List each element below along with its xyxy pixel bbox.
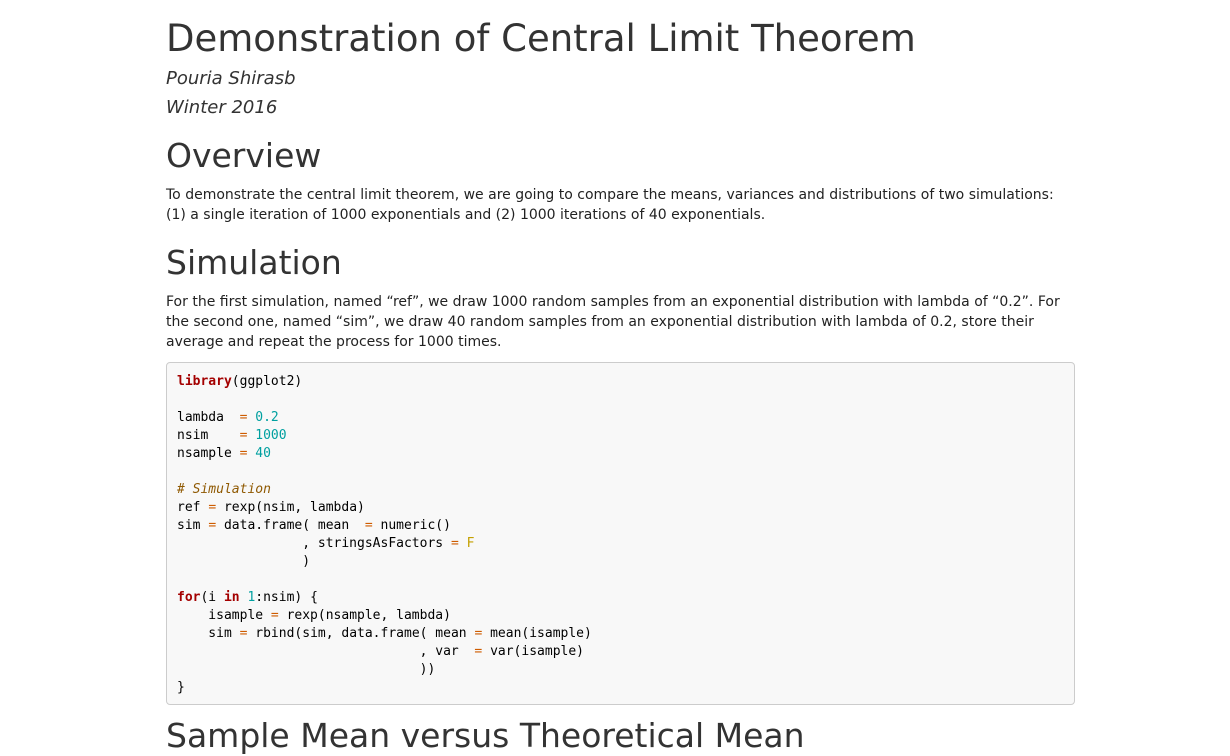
simulation-paragraph: For the first simulation, named “ref”, w… (166, 294, 1060, 350)
code-keyword: in (223, 590, 240, 605)
code-text: lambda (177, 410, 240, 425)
code-line: lambda = 0.2 (177, 409, 279, 427)
code-line: isample = rexp(nsample, lambda) (177, 607, 451, 625)
code-line: } (177, 679, 185, 697)
code-line: # Simulation (177, 481, 271, 499)
code-line: , var = var(isample) (177, 643, 584, 661)
date: Winter 2016 (166, 97, 278, 118)
overview-paragraph: To demonstrate the central limit theorem… (166, 187, 1054, 223)
code-text: var(isample) (482, 644, 584, 659)
code-text: (ggplot2) (231, 374, 303, 389)
code-line: library(ggplot2) (177, 373, 302, 391)
code-text: )) (177, 662, 436, 677)
code-operator: = (239, 446, 248, 461)
code-text: :nsim) { (255, 590, 318, 605)
code-text: rbind(sim, data.frame( mean (247, 626, 475, 641)
code-text: nsim (177, 428, 240, 443)
code-block: library(ggplot2) lambda = 0.2 nsim = 100… (166, 362, 1075, 705)
code-text: numeric() (372, 518, 451, 533)
code-number: 40 (255, 446, 271, 461)
code-text: nsample (177, 446, 240, 461)
section-heading-sample-mean: Sample Mean versus Theoretical Mean (166, 716, 805, 755)
author: Pouria Shirasb (166, 68, 296, 89)
code-text: sim (177, 626, 240, 641)
code-operator: = (239, 428, 248, 443)
code-operator: = (450, 536, 459, 551)
code-text: data.frame( mean (216, 518, 365, 533)
code-text: ) (177, 554, 311, 569)
section-heading-simulation: Simulation (166, 243, 342, 282)
code-text: mean(isample) (482, 626, 592, 641)
code-text: sim (177, 518, 209, 533)
code-text: , var (177, 644, 475, 659)
code-line: nsim = 1000 (177, 427, 287, 445)
code-text: rexp(nsim, lambda) (216, 500, 365, 515)
page-title: Demonstration of Central Limit Theorem (166, 17, 916, 60)
code-number: 1000 (255, 428, 287, 443)
code-text: ref (177, 500, 209, 515)
code-line: ref = rexp(nsim, lambda) (177, 499, 365, 517)
code-line: sim = rbind(sim, data.frame( mean = mean… (177, 625, 592, 643)
code-line: ) (177, 553, 310, 571)
code-text: } (177, 680, 185, 695)
code-comment: # Simulation (177, 482, 271, 497)
code-text: (i (200, 590, 224, 605)
code-line: )) (177, 661, 436, 679)
code-keyword: library (177, 374, 232, 389)
code-boolean: F (466, 536, 475, 551)
section-heading-overview: Overview (166, 136, 322, 175)
code-number: 0.2 (255, 410, 279, 425)
code-operator: = (270, 608, 279, 623)
code-text: rexp(nsample, lambda) (278, 608, 451, 623)
code-text: , stringsAsFactors (177, 536, 451, 551)
code-line: sim = data.frame( mean = numeric() (177, 517, 451, 535)
code-operator: = (239, 410, 248, 425)
code-operator: = (364, 518, 373, 533)
code-line: for(i in 1:nsim) { (177, 589, 318, 607)
code-text: isample (177, 608, 271, 623)
code-line: , stringsAsFactors = F (177, 535, 474, 553)
code-line: nsample = 40 (177, 445, 271, 463)
code-operator: = (208, 500, 217, 515)
code-operator: = (208, 518, 217, 533)
code-keyword: for (177, 590, 201, 605)
